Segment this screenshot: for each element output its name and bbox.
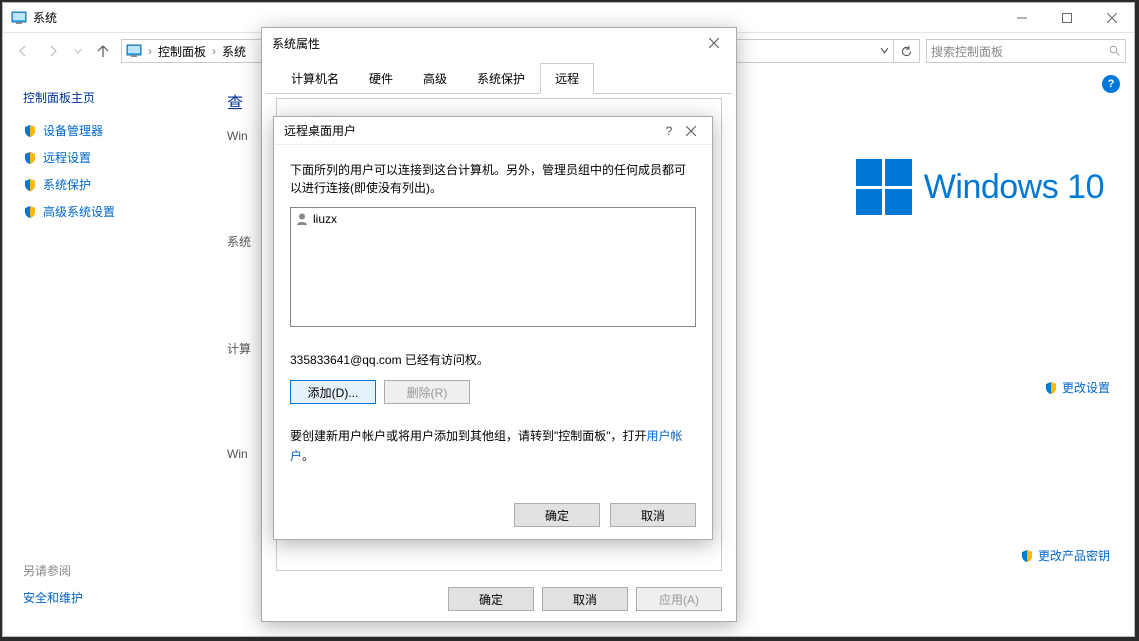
search-icon: [1109, 45, 1121, 57]
apply-button[interactable]: 应用(A): [636, 587, 722, 611]
sidebar-footer-header: 另请参阅: [23, 562, 83, 579]
close-button[interactable]: [1089, 3, 1134, 32]
breadcrumb-item[interactable]: 控制面板: [158, 43, 206, 60]
sidebar-item-remote-settings[interactable]: 远程设置: [23, 149, 183, 166]
remove-button[interactable]: 删除(R): [384, 380, 470, 404]
chevron-right-icon: ›: [208, 44, 220, 58]
users-listbox[interactable]: liuzx: [290, 207, 696, 327]
shield-icon: [1044, 381, 1058, 395]
new-account-text: 要创建新用户帐户或将用户添加到其他组，请转到"控制面板"，打开用户帐户。: [290, 426, 696, 467]
ok-button[interactable]: 确定: [448, 587, 534, 611]
help-button[interactable]: ?: [658, 124, 680, 138]
change-product-key-link[interactable]: 更改产品密钥: [1020, 547, 1110, 564]
system-window: 系统 › 控制面板 › 系统 搜索控制面板 ?: [2, 2, 1135, 637]
cancel-button[interactable]: 取消: [542, 587, 628, 611]
tab-system-protection[interactable]: 系统保护: [462, 63, 540, 94]
window-title: 系统: [33, 9, 57, 26]
windows-logo-text: Windows 10: [924, 168, 1104, 207]
user-icon: [295, 212, 309, 226]
system-icon: [11, 10, 27, 26]
close-button[interactable]: [702, 31, 726, 55]
add-button[interactable]: 添加(D)...: [290, 380, 376, 404]
forward-button[interactable]: [41, 39, 65, 63]
sidebar: 控制面板主页 设备管理器 远程设置 系统保护 高级系统设置 另请参阅 安全和维护: [3, 69, 203, 636]
tabs: 计算机名 硬件 高级 系统保护 远程: [266, 62, 732, 94]
sidebar-item-device-manager[interactable]: 设备管理器: [23, 122, 183, 139]
dialog-titlebar: 系统属性: [262, 28, 736, 58]
tab-remote[interactable]: 远程: [540, 63, 594, 94]
tab-computer-name[interactable]: 计算机名: [276, 63, 354, 94]
user-name: liuzx: [313, 212, 337, 226]
access-status: 335833641@qq.com 已经有访问权。: [290, 351, 696, 368]
shield-icon: [23, 124, 37, 138]
shield-icon: [23, 205, 37, 219]
shield-icon: [23, 178, 37, 192]
dialog-titlebar: 远程桌面用户 ?: [274, 117, 712, 145]
sidebar-item-security-maintenance[interactable]: 安全和维护: [23, 589, 83, 606]
recent-dropdown[interactable]: [71, 39, 85, 63]
up-button[interactable]: [91, 39, 115, 63]
refresh-button[interactable]: [894, 39, 920, 63]
sidebar-item-system-protection[interactable]: 系统保护: [23, 176, 183, 193]
search-placeholder: 搜索控制面板: [931, 43, 1109, 60]
list-item[interactable]: liuzx: [295, 212, 691, 226]
sidebar-header[interactable]: 控制面板主页: [23, 89, 183, 106]
shield-icon: [1020, 549, 1034, 563]
change-settings-link[interactable]: 更改设置: [1044, 379, 1110, 396]
windows-logo-icon: [856, 159, 912, 215]
tab-advanced[interactable]: 高级: [408, 63, 462, 94]
chevron-right-icon: ›: [144, 44, 156, 58]
tab-hardware[interactable]: 硬件: [354, 63, 408, 94]
chevron-down-icon[interactable]: [880, 44, 889, 58]
minimize-button[interactable]: [999, 3, 1044, 32]
maximize-button[interactable]: [1044, 3, 1089, 32]
windows-logo: Windows 10: [856, 159, 1104, 215]
sidebar-item-advanced-settings[interactable]: 高级系统设置: [23, 203, 183, 220]
dialog-title: 远程桌面用户: [284, 122, 658, 139]
dialog-description: 下面所列的用户可以连接到这台计算机。另外，管理员组中的任何成员都可以进行连接(即…: [290, 161, 696, 197]
remote-desktop-users-dialog: 远程桌面用户 ? 下面所列的用户可以连接到这台计算机。另外，管理员组中的任何成员…: [273, 116, 713, 540]
ok-button[interactable]: 确定: [514, 503, 600, 527]
dialog-title: 系统属性: [272, 35, 702, 52]
back-button[interactable]: [11, 39, 35, 63]
system-icon: [126, 43, 142, 59]
search-input[interactable]: 搜索控制面板: [926, 39, 1126, 63]
cancel-button[interactable]: 取消: [610, 503, 696, 527]
close-button[interactable]: [680, 126, 702, 136]
breadcrumb-item[interactable]: 系统: [222, 43, 246, 60]
shield-icon: [23, 151, 37, 165]
